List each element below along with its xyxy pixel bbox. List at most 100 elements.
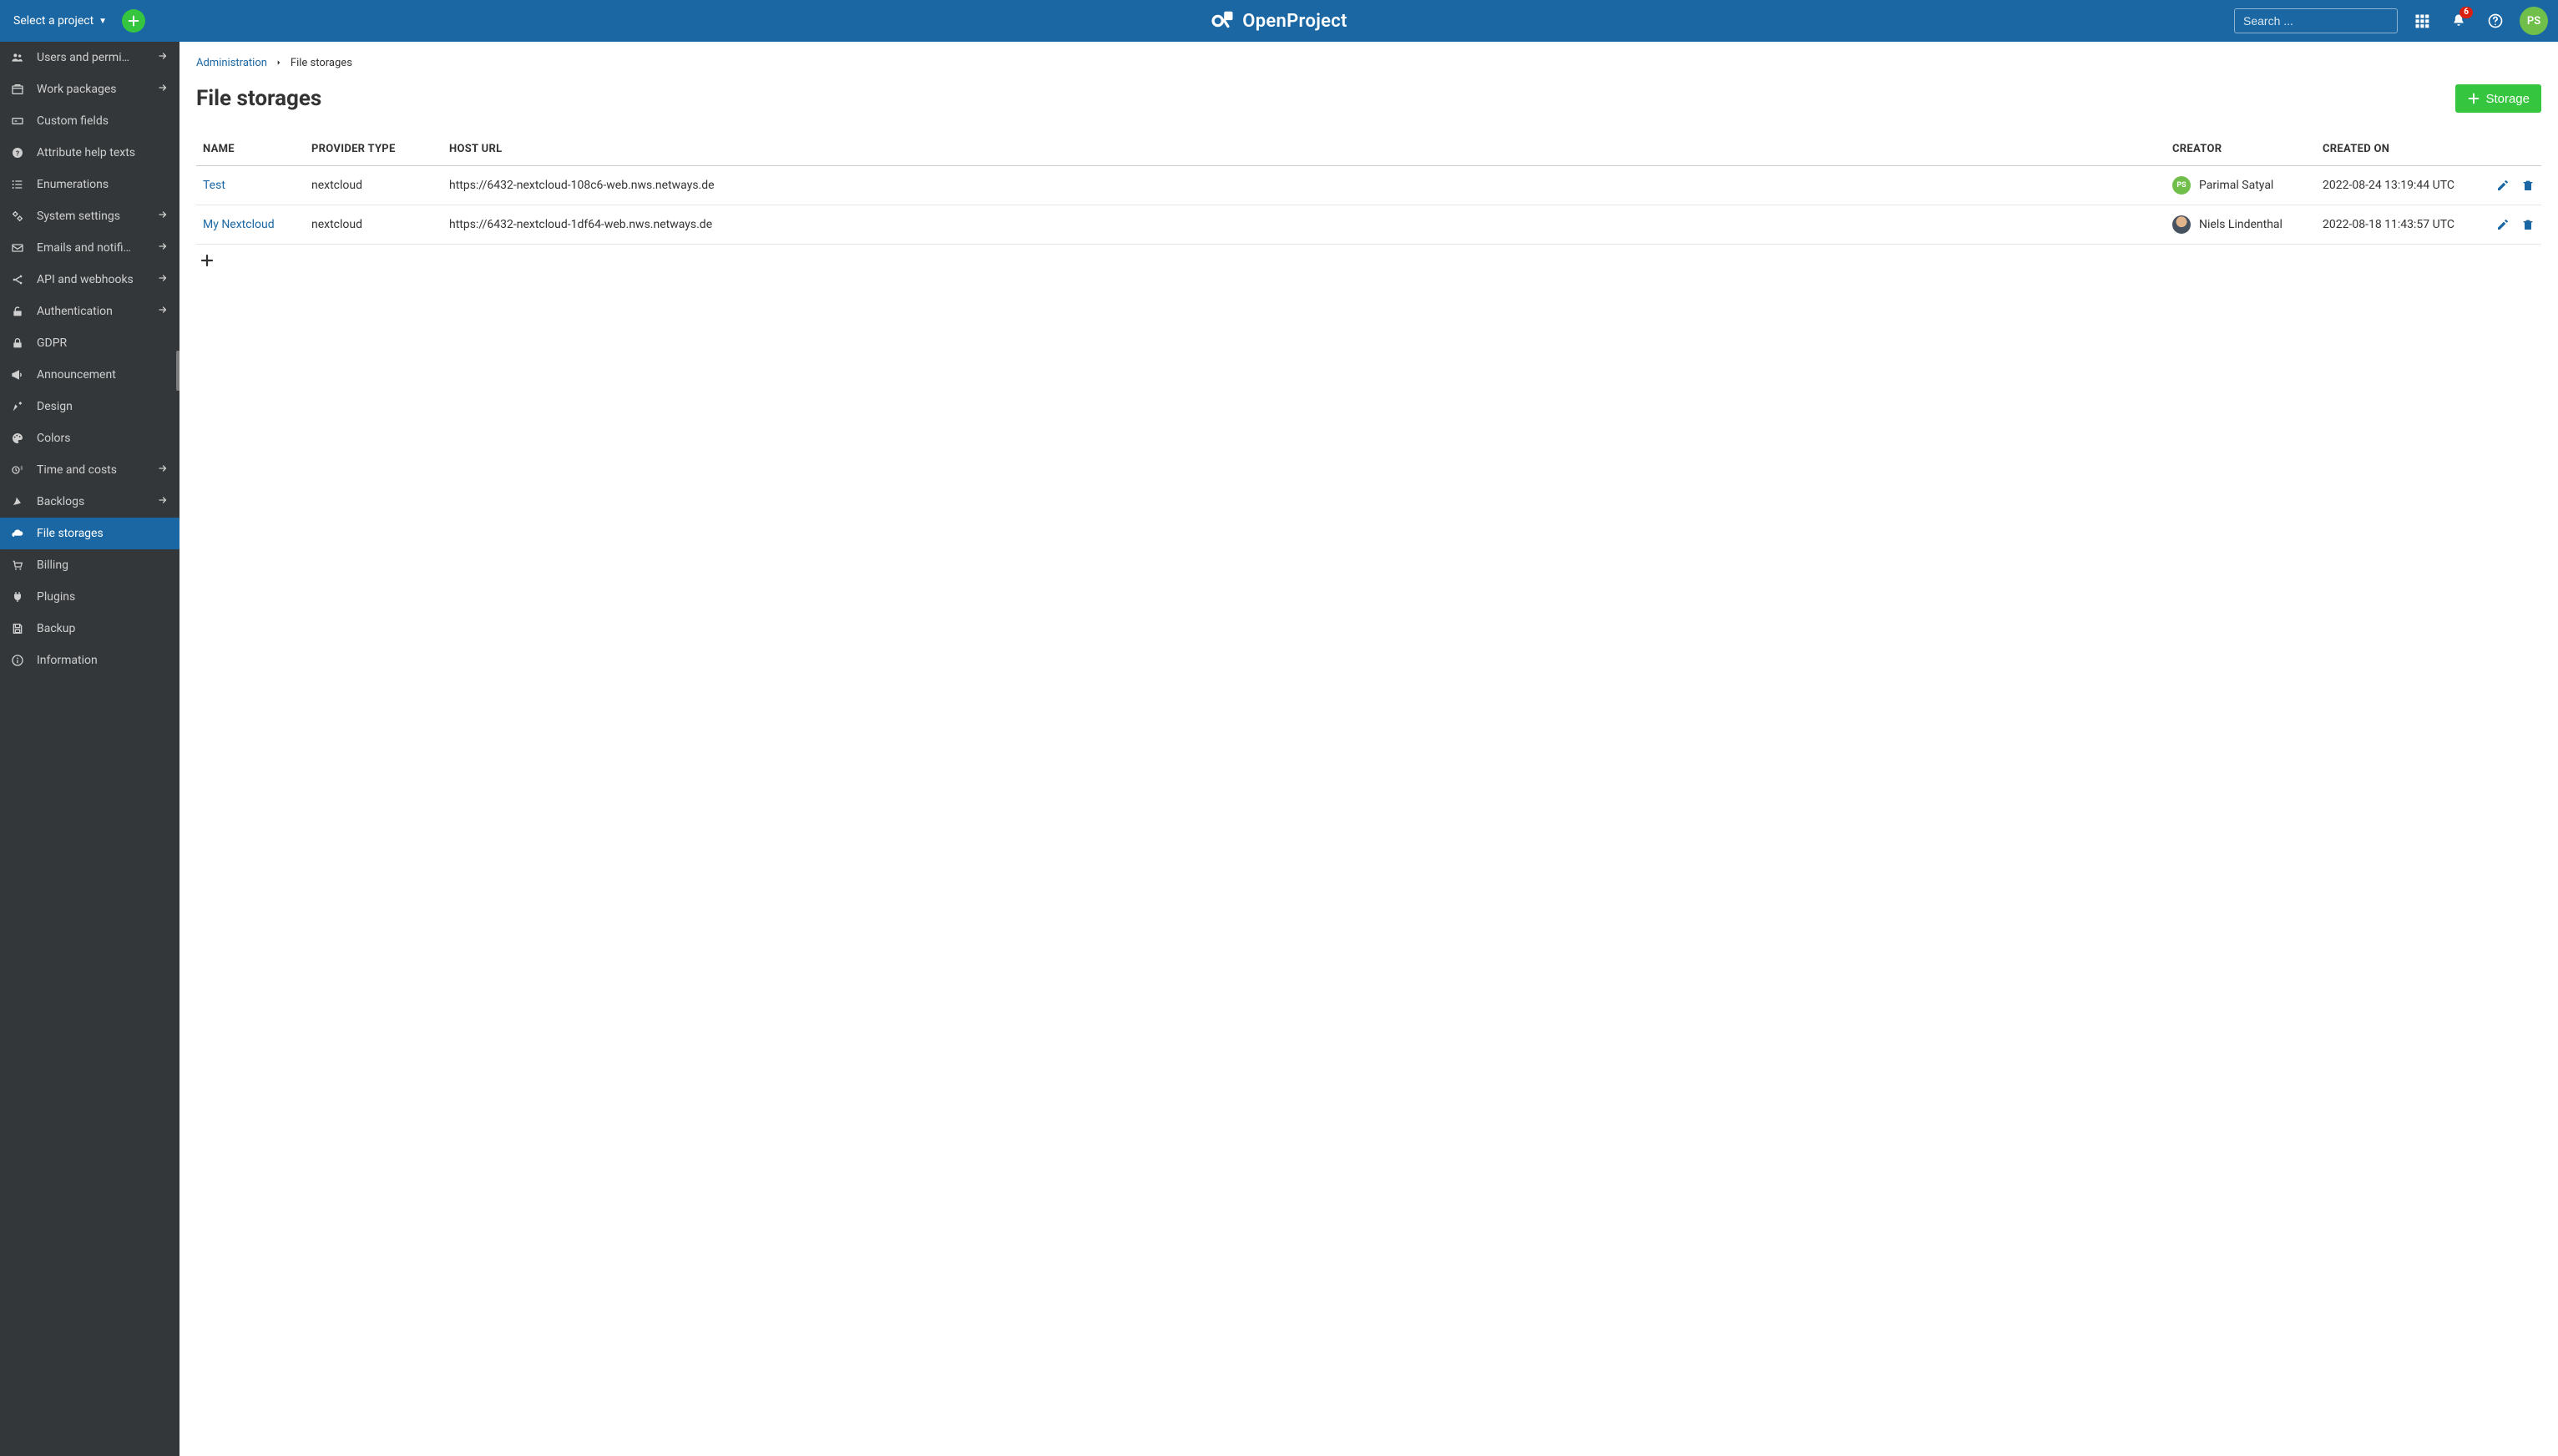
sidebar-item-custom[interactable]: Custom fields xyxy=(0,105,179,137)
cell-host: https://6432-nextcloud-108c6-web.nws.net… xyxy=(442,166,2166,205)
sidebar-item-label: Design xyxy=(37,400,146,413)
breadcrumb-root-link[interactable]: Administration xyxy=(196,57,267,69)
sidebar-item-mail[interactable]: Emails and notifi… xyxy=(0,232,179,264)
design-icon xyxy=(10,400,25,413)
sidebar-item-label: Authentication xyxy=(37,305,146,318)
plus-icon xyxy=(127,14,140,28)
edit-icon[interactable] xyxy=(2496,218,2510,231)
sidebar-item-label: Colors xyxy=(37,432,146,445)
sidebar-item-lock[interactable]: GDPR xyxy=(0,327,179,359)
sidebar-item-backlogs[interactable]: Backlogs xyxy=(0,486,179,518)
arrow-right-icon xyxy=(158,210,169,223)
sidebar-item-users[interactable]: Users and permi… xyxy=(0,42,179,73)
cell-provider: nextcloud xyxy=(305,166,442,205)
sidebar-item-lockopen[interactable]: Authentication xyxy=(0,296,179,327)
gears-icon xyxy=(10,210,25,223)
col-header-creator[interactable]: CREATOR xyxy=(2166,133,2316,166)
help-circle-icon xyxy=(2487,13,2504,29)
arrow-right-icon xyxy=(158,51,169,64)
sidebar-item-enum[interactable]: Enumerations xyxy=(0,169,179,200)
sidebar-item-label: Attribute help texts xyxy=(37,146,146,159)
app-logo-text: OpenProject xyxy=(1242,11,1347,32)
col-header-created[interactable]: CREATED ON xyxy=(2316,133,2483,166)
sidebar-item-time[interactable]: Time and costs xyxy=(0,454,179,486)
delete-icon[interactable] xyxy=(2521,218,2535,231)
arrow-right-icon xyxy=(158,83,169,96)
cart-icon xyxy=(10,559,25,572)
lockopen-icon xyxy=(10,305,25,318)
notification-badge: 6 xyxy=(2459,7,2473,18)
openproject-logo-icon xyxy=(1211,8,1236,33)
api-icon xyxy=(10,273,25,286)
edit-icon[interactable] xyxy=(2496,179,2510,192)
sidebar-item-label: API and webhooks xyxy=(37,273,146,286)
storages-table: NAME PROVIDER TYPE HOST URL CREATOR CREA… xyxy=(196,133,2541,245)
sidebar-item-workpkg[interactable]: Work packages xyxy=(0,73,179,105)
cloud-icon xyxy=(10,527,25,540)
sidebar-item-cloud[interactable]: File storages xyxy=(0,518,179,549)
lock-icon xyxy=(10,336,25,350)
sidebar-item-gears[interactable]: System settings xyxy=(0,200,179,232)
arrow-right-icon xyxy=(158,305,169,318)
workpkg-icon xyxy=(10,83,25,96)
sidebar-item-label: Enumerations xyxy=(37,178,146,191)
global-search[interactable] xyxy=(2234,8,2398,33)
delete-icon[interactable] xyxy=(2521,179,2535,192)
sidebar-item-label: System settings xyxy=(37,210,146,223)
cell-creator: Niels Lindenthal xyxy=(2172,215,2309,234)
app-logo[interactable]: OpenProject xyxy=(1211,8,1347,33)
breadcrumb: Administration File storages xyxy=(196,57,2541,69)
col-header-host[interactable]: HOST URL xyxy=(442,133,2166,166)
cell-provider: nextcloud xyxy=(305,205,442,245)
storage-name-link[interactable]: Test xyxy=(203,179,225,192)
project-selector[interactable]: Select a project ▼ xyxy=(10,14,110,28)
creator-name: Niels Lindenthal xyxy=(2199,218,2282,231)
sidebar-item-plug[interactable]: Plugins xyxy=(0,581,179,613)
users-icon xyxy=(10,51,25,64)
project-selector-label: Select a project xyxy=(13,14,94,28)
notifications-button[interactable]: 6 xyxy=(2446,8,2471,33)
arrow-right-icon xyxy=(158,463,169,477)
modules-menu-button[interactable] xyxy=(2409,8,2434,33)
sidebar-item-label: Work packages xyxy=(37,83,146,96)
cell-creator: PSParimal Satyal xyxy=(2172,176,2309,195)
search-input[interactable] xyxy=(2243,14,2394,28)
sidebar-item-label: Billing xyxy=(37,559,146,572)
table-row: Test nextcloudhttps://6432-nextcloud-108c… xyxy=(196,166,2541,205)
sidebar-item-label: Time and costs xyxy=(37,463,146,477)
add-storage-button[interactable]: Storage xyxy=(2455,84,2541,113)
time-icon xyxy=(10,463,25,477)
sidebar-item-label: Announcement xyxy=(37,368,146,382)
admin-sidebar: Users and permi… Work packages Custom fiel… xyxy=(0,42,179,1456)
col-header-provider[interactable]: PROVIDER TYPE xyxy=(305,133,442,166)
sidebar-item-announce[interactable]: Announcement xyxy=(0,359,179,391)
sidebar-item-cart[interactable]: Billing xyxy=(0,549,179,581)
user-menu-avatar[interactable]: PS xyxy=(2520,7,2548,35)
sidebar-item-help[interactable]: Attribute help texts xyxy=(0,137,179,169)
creator-avatar xyxy=(2172,215,2191,234)
sidebar-item-design[interactable]: Design xyxy=(0,391,179,422)
storage-name-link[interactable]: My Nextcloud xyxy=(203,218,275,231)
grid-icon xyxy=(2414,13,2430,29)
colors-icon xyxy=(10,432,25,445)
sidebar-item-label: Custom fields xyxy=(37,114,146,128)
custom-icon xyxy=(10,114,25,128)
plus-icon xyxy=(2467,92,2480,105)
quick-add-button[interactable] xyxy=(122,9,145,33)
sidebar-item-save[interactable]: Backup xyxy=(0,613,179,645)
info-icon xyxy=(10,654,25,667)
sidebar-item-api[interactable]: API and webhooks xyxy=(0,264,179,296)
add-storage-inline[interactable] xyxy=(196,245,2541,280)
help-button[interactable] xyxy=(2483,8,2508,33)
sidebar-item-label: Backlogs xyxy=(37,495,146,508)
backlogs-icon xyxy=(10,495,25,508)
sidebar-item-colors[interactable]: Colors xyxy=(0,422,179,454)
sidebar-item-info[interactable]: Information xyxy=(0,645,179,676)
avatar-initials: PS xyxy=(2527,15,2540,28)
announce-icon xyxy=(10,368,25,382)
col-header-name[interactable]: NAME xyxy=(196,133,305,166)
cell-created: 2022-08-18 11:43:57 UTC xyxy=(2316,205,2483,245)
breadcrumb-separator-icon xyxy=(276,57,282,69)
sidebar-item-label: File storages xyxy=(37,527,146,540)
sidebar-item-label: Information xyxy=(37,654,146,667)
